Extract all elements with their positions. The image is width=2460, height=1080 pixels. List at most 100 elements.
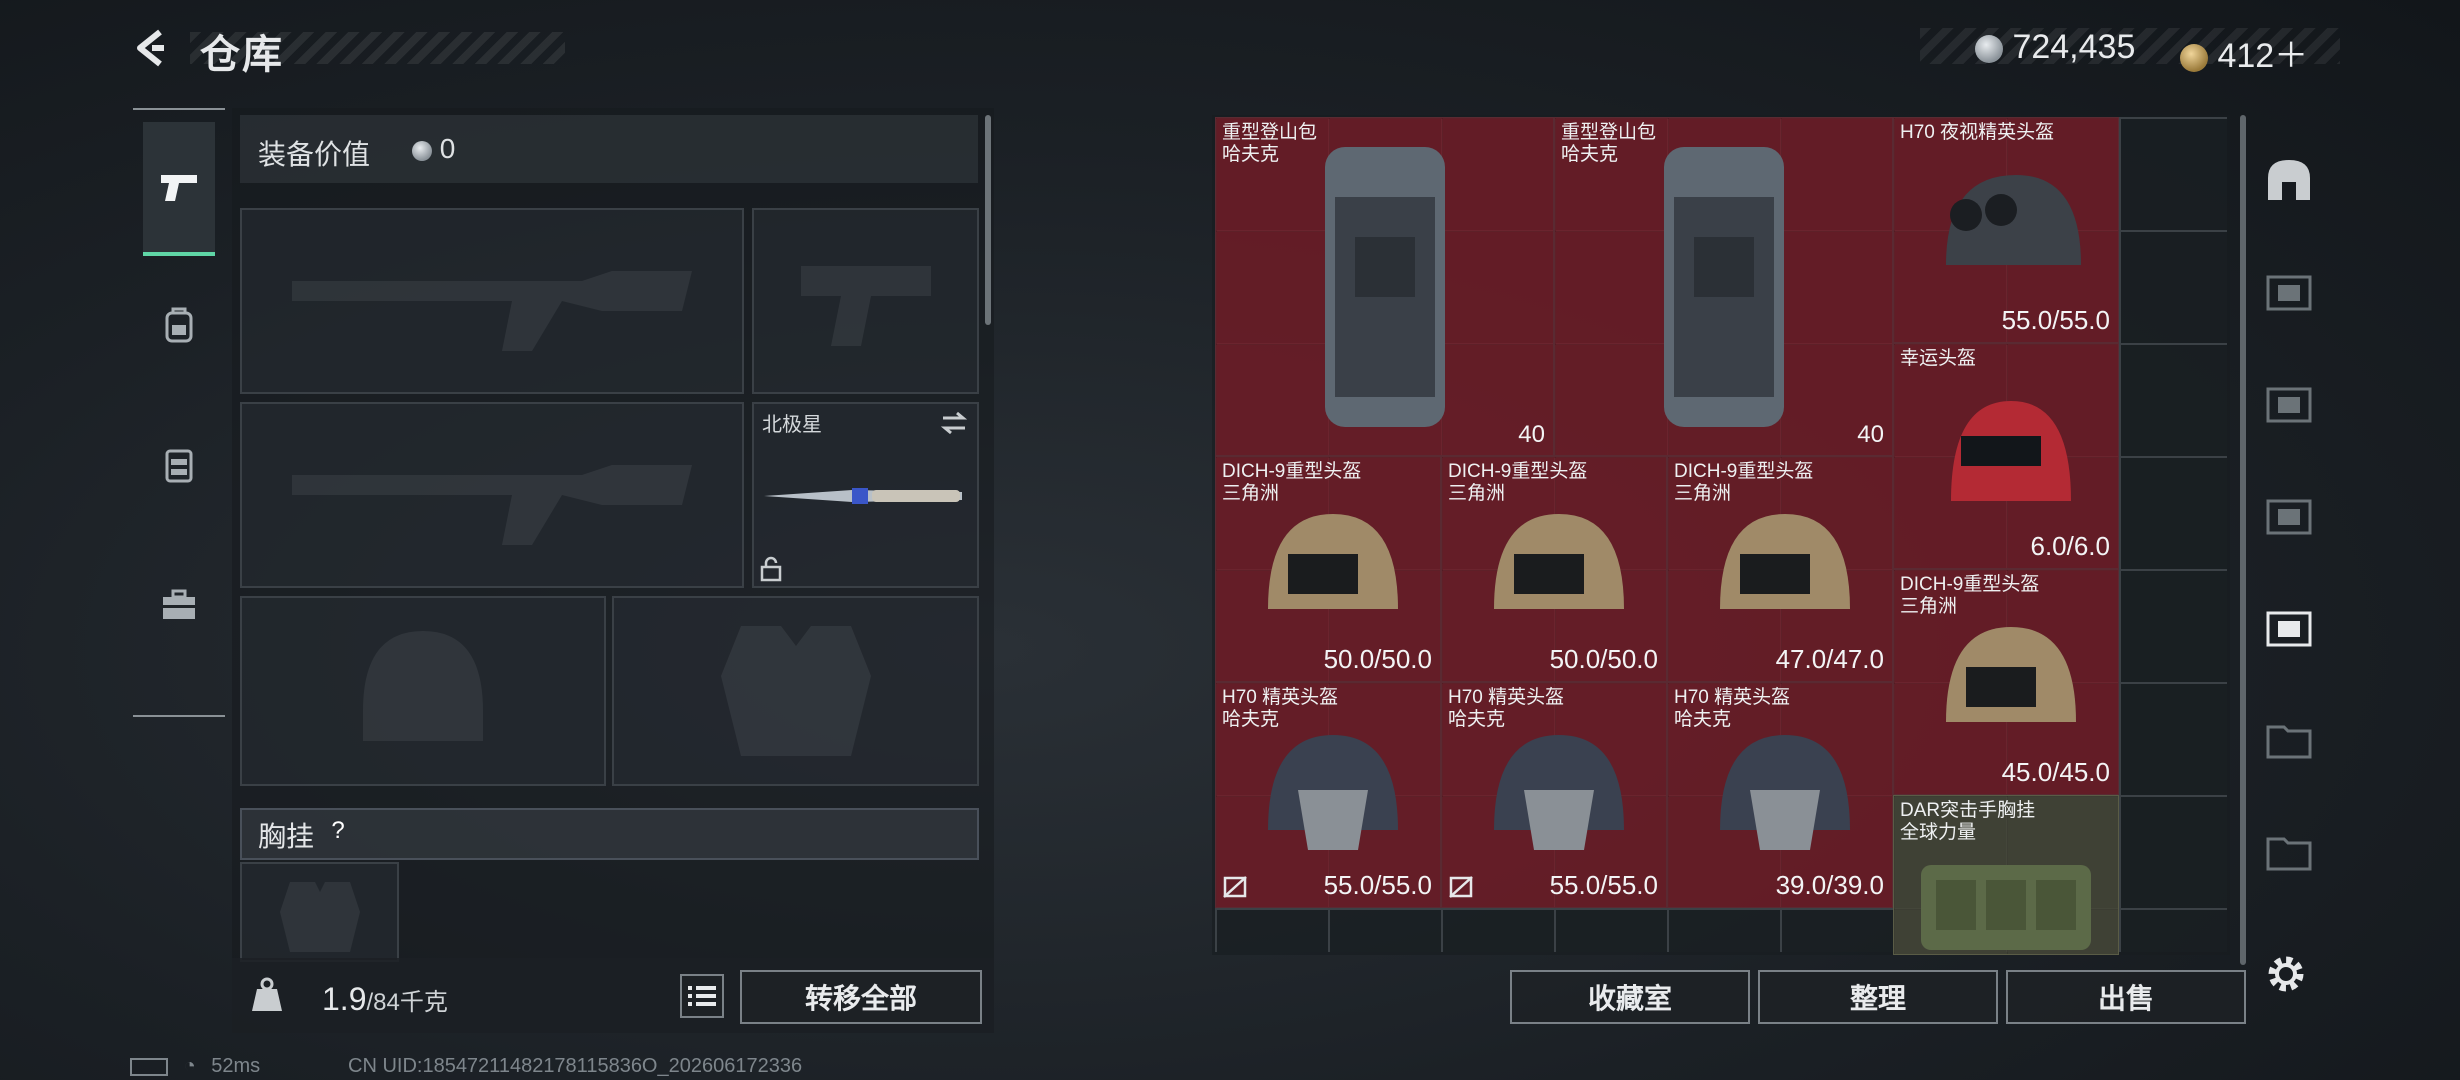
sell-button[interactable]: 出售: [2006, 970, 2246, 1024]
gear-icon: [2268, 956, 2304, 992]
item-brand: 全球力量: [1900, 822, 1977, 843]
item-durability: 39.0/39.0: [1775, 870, 1884, 900]
user-uid: CN UID:18547211482178115836O_20260617233…: [348, 1055, 803, 1077]
back-button[interactable]: [130, 26, 174, 70]
pistol-slot[interactable]: [752, 208, 979, 394]
no-insure-icon: [1449, 876, 1473, 898]
help-button[interactable]: ?: [320, 815, 356, 847]
page-grid-icon: [2266, 387, 2312, 423]
weight-icon: [252, 977, 282, 1011]
item-name: DAR突击手胸挂: [1900, 800, 2036, 821]
stash-item[interactable]: DICH-9重型头盔 三角洲 50.0/50.0: [1441, 456, 1667, 682]
stash-item[interactable]: 幸运头盔 6.0/6.0: [1893, 343, 2119, 569]
loadout-tabs: [133, 108, 225, 717]
tab-page-6[interactable]: [2252, 795, 2326, 907]
tab-page-5[interactable]: [2252, 683, 2326, 795]
chest-rig-slot[interactable]: [240, 862, 399, 962]
stash-item[interactable]: H70 夜视精英头盔 55.0/55.0: [1893, 117, 2119, 343]
backpack-icon: [1555, 146, 1892, 427]
rifle-silhouette-icon: [292, 271, 692, 351]
stash-page-tabs: [2252, 118, 2326, 948]
tab-page-3[interactable]: [2252, 459, 2326, 571]
stash-item[interactable]: DICH-9重型头盔 三角洲 45.0/45.0: [1893, 569, 2119, 795]
stash-item[interactable]: DICH-9重型头盔 三角洲 47.0/47.0: [1667, 456, 1893, 682]
page-grid-icon: [2266, 499, 2312, 535]
knife-icon: [764, 488, 962, 504]
equipment-value-label: 装备价值: [258, 139, 371, 170]
tab-toolbox[interactable]: [143, 540, 215, 670]
tab-vest[interactable]: [143, 400, 215, 530]
backpack-icon: [1216, 146, 1553, 427]
silver-amount: 724,435: [2012, 28, 2136, 66]
tab-page-2[interactable]: [2252, 347, 2326, 459]
silver-currency: 724,435: [1975, 28, 2135, 67]
tab-all[interactable]: [2252, 123, 2326, 235]
melee-slot[interactable]: 北极星: [752, 402, 979, 588]
red-helmet-icon: [1894, 374, 2118, 538]
item-name: H70 精英头盔: [1222, 687, 1339, 708]
helmet-slot[interactable]: [240, 596, 606, 786]
back-arrow-icon: [137, 29, 164, 67]
item-durability: 50.0/50.0: [1323, 644, 1432, 674]
h70-helmet-icon: [1668, 713, 1892, 877]
vest-silhouette-icon: [279, 882, 360, 952]
equipment-scrollbar[interactable]: [985, 115, 991, 325]
h70-helmet-icon: [1442, 713, 1666, 877]
weight-value: 1.9: [322, 981, 367, 1017]
item-name: 重型登山包: [1222, 122, 1318, 143]
page-grid-icon: [2266, 611, 2312, 647]
toolbox-icon: [163, 589, 195, 619]
list-view-button[interactable]: [680, 974, 724, 1018]
item-name: H70 精英头盔: [1448, 687, 1565, 708]
item-name: DICH-9重型头盔: [1222, 461, 1362, 482]
stash-scrollbar[interactable]: [2240, 115, 2246, 965]
vest-icon: [165, 449, 193, 483]
item-name: 重型登山包: [1561, 122, 1657, 143]
folder-icon: [2266, 837, 2312, 871]
pistol-silhouette-icon: [800, 266, 931, 346]
page-title: 仓库: [200, 33, 284, 77]
equipment-value-amount: 0: [439, 133, 456, 164]
tab-weapons[interactable]: [143, 122, 215, 256]
tab-backpack[interactable]: [143, 260, 215, 390]
wifi-icon: ◔: [183, 1055, 196, 1077]
melee-name: 北极星: [762, 414, 822, 436]
helmet-silhouette-icon: [363, 631, 483, 741]
pistol-icon: [161, 175, 197, 201]
equipment-value: 0: [412, 133, 455, 165]
swap-icon[interactable]: [939, 410, 969, 436]
primary-weapon-slot[interactable]: [240, 208, 744, 394]
no-insure-icon: [1223, 876, 1247, 898]
backpack-icon: [165, 307, 193, 343]
stash-item[interactable]: H70 精英头盔 哈夫克 55.0/55.0: [1215, 682, 1441, 908]
transfer-all-button[interactable]: 转移全部: [740, 970, 982, 1024]
carry-weight: 1.9/84千克: [322, 981, 448, 1018]
item-capacity: 40: [1857, 421, 1884, 449]
item-name: DICH-9重型头盔: [1674, 461, 1814, 482]
battery-icon: [130, 1057, 168, 1076]
stash-item[interactable]: 重型登山包 哈夫克 40: [1215, 117, 1554, 456]
weight-unit: /84千克: [366, 989, 448, 1016]
organize-button[interactable]: 整理: [1758, 970, 1998, 1024]
collection-room-button[interactable]: 收藏室: [1510, 970, 1750, 1024]
stash-item[interactable]: 重型登山包 哈夫克 40: [1554, 117, 1893, 456]
settings-button[interactable]: [2262, 950, 2310, 998]
chest-rig-icon: [1894, 846, 2118, 954]
stash-item[interactable]: H70 精英头盔 哈夫克 55.0/55.0: [1441, 682, 1667, 908]
secondary-weapon-slot[interactable]: [240, 402, 744, 588]
tab-page-1[interactable]: [2252, 235, 2326, 347]
arch-icon: [2268, 160, 2310, 200]
gold-currency[interactable]: 412＋: [2180, 28, 2308, 77]
silver-coin-icon: [1975, 35, 2003, 64]
nvg-helmet-icon: [1894, 148, 2118, 312]
stash-item[interactable]: H70 精英头盔 哈夫克 39.0/39.0: [1667, 682, 1893, 908]
gold-coin-icon: [2180, 44, 2208, 73]
armor-slot[interactable]: [612, 596, 979, 786]
rifle-silhouette-icon: [292, 465, 692, 545]
item-durability: 50.0/50.0: [1549, 644, 1658, 674]
capacity-value: 40: [1857, 421, 1884, 448]
tan-helmet-icon: [1442, 487, 1666, 651]
tab-page-4[interactable]: [2252, 571, 2326, 683]
stash-item[interactable]: DICH-9重型头盔 三角洲 50.0/50.0: [1215, 456, 1441, 682]
stash-item[interactable]: DAR突击手胸挂 全球力量: [1893, 795, 2119, 955]
